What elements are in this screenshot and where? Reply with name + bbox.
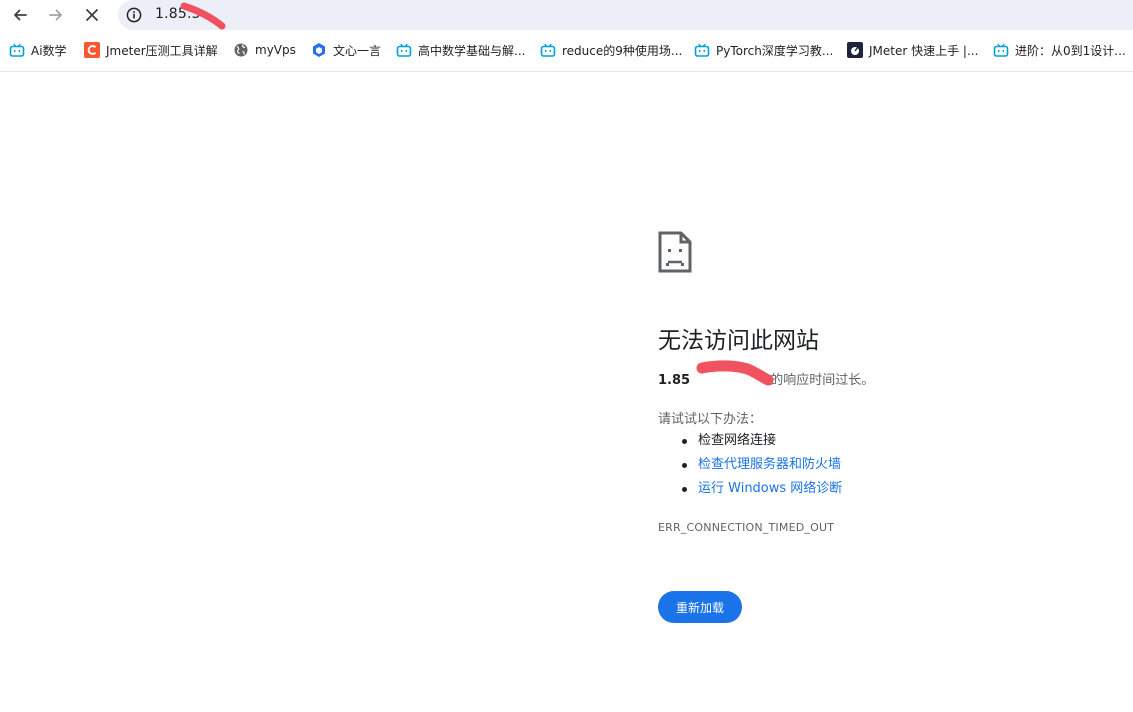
bookmark-item[interactable]: 文心一言 xyxy=(311,40,381,60)
address-bar[interactable]: 1.85.5 xyxy=(118,0,1133,30)
bookmarks-bar: Ai数学 Jmeter压测工具详解 myVps 文心一言 高中数学基础与解...… xyxy=(0,30,1133,72)
arrow-right-icon xyxy=(49,9,62,21)
browser-toolbar: 1.85.5 xyxy=(0,0,1133,30)
wenxin-icon xyxy=(311,42,327,58)
sad-page-icon xyxy=(658,231,692,273)
bookmark-item[interactable]: 高中数学基础与解... xyxy=(396,40,525,60)
info-icon[interactable] xyxy=(126,7,142,23)
bookmark-item[interactable]: Ai数学 xyxy=(9,40,67,60)
bookmark-item[interactable]: 进阶：从0到1设计... xyxy=(993,40,1126,60)
error-detail-suffix: 的响应时间过长。 xyxy=(766,373,875,388)
bilibili-icon xyxy=(694,42,710,58)
suggestions-list: 检查网络连接 检查代理服务器和防火墙 运行 Windows 网络诊断 xyxy=(658,429,842,501)
list-item: 运行 Windows 网络诊断 xyxy=(658,477,842,501)
bookmark-item[interactable]: myVps xyxy=(233,40,296,60)
bookmark-item[interactable]: Jmeter压测工具详解 xyxy=(84,40,218,60)
bilibili-icon xyxy=(993,42,1009,58)
bookmark-label: 进阶：从0到1设计... xyxy=(1015,43,1126,58)
bookmark-item[interactable]: JMeter 快速上手 |... xyxy=(847,40,978,60)
reload-button[interactable]: 重新加载 xyxy=(658,591,742,623)
redaction-mark xyxy=(696,360,774,386)
error-page: 无法访问此网站 1.85 的响应时间过长。 请试试以下办法： 检查网络连接 检查… xyxy=(658,72,1118,712)
suggestion-network-diagnostics-link[interactable]: 运行 Windows 网络诊断 xyxy=(698,481,842,496)
bilibili-icon xyxy=(9,42,25,58)
bookmark-label: PyTorch深度学习教... xyxy=(716,43,834,58)
bookmark-label: 文心一言 xyxy=(333,43,382,58)
bookmark-label: reduce的9种使用场... xyxy=(562,43,683,58)
stop-loading-button[interactable] xyxy=(79,2,105,28)
bookmark-label: 高中数学基础与解... xyxy=(418,43,526,58)
bookmark-label: Ai数学 xyxy=(31,43,67,58)
suggestions-intro: 请试试以下办法： xyxy=(658,412,763,427)
list-item: 检查网络连接 xyxy=(658,429,842,453)
close-icon xyxy=(86,9,98,21)
bookmark-item[interactable]: PyTorch深度学习教... xyxy=(694,40,833,60)
bilibili-icon xyxy=(540,42,556,58)
suggestion-check-network: 检查网络连接 xyxy=(698,433,777,448)
bookmark-label: Jmeter压测工具详解 xyxy=(106,43,218,58)
error-code: ERR_CONNECTION_TIMED_OUT xyxy=(658,521,835,534)
csdn-icon xyxy=(84,42,100,58)
suggestion-check-proxy-link[interactable]: 检查代理服务器和防火墙 xyxy=(698,457,841,472)
error-title: 无法访问此网站 xyxy=(658,328,819,354)
list-item: 检查代理服务器和防火墙 xyxy=(658,453,842,477)
error-host: 1.85 xyxy=(658,373,691,388)
arrow-left-icon xyxy=(14,9,27,21)
bookmark-label: myVps xyxy=(255,43,296,57)
bookmark-label: JMeter 快速上手 |... xyxy=(869,43,979,58)
jmeter-icon xyxy=(847,42,863,58)
bilibili-icon xyxy=(396,42,412,58)
forward-button[interactable] xyxy=(43,2,69,28)
back-button[interactable] xyxy=(7,2,33,28)
bookmark-item[interactable]: reduce的9种使用场... xyxy=(540,40,682,60)
redaction-mark xyxy=(180,2,226,30)
globe-icon xyxy=(233,42,249,58)
